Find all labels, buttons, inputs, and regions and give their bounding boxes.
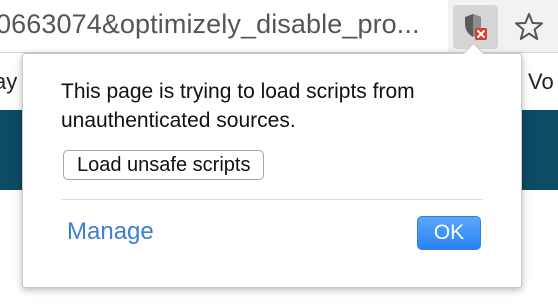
ok-button[interactable]: OK: [417, 216, 481, 250]
page-text-fragment-left: ay: [0, 69, 18, 94]
blocked-content-button[interactable]: [453, 5, 498, 49]
shield-blocked-icon: [465, 14, 487, 40]
url-text[interactable]: 0663074&optimizely_disable_pro...: [0, 9, 420, 40]
browser-window: 0663074&optimizely_disable_pro... ay Vo …: [0, 0, 558, 308]
bookmark-star-icon: [515, 13, 543, 40]
bubble-message: This page is trying to load scripts from…: [61, 80, 415, 132]
divider: [61, 199, 483, 200]
address-bar[interactable]: 0663074&optimizely_disable_pro...: [0, 0, 448, 52]
load-unsafe-scripts-button[interactable]: Load unsafe scripts: [63, 150, 265, 180]
bookmark-button[interactable]: [508, 6, 550, 48]
page-text-fragment-right: Vo: [528, 69, 554, 94]
manage-link[interactable]: Manage: [67, 218, 154, 246]
insecure-content-bubble: This page is trying to load scripts from…: [22, 53, 522, 288]
